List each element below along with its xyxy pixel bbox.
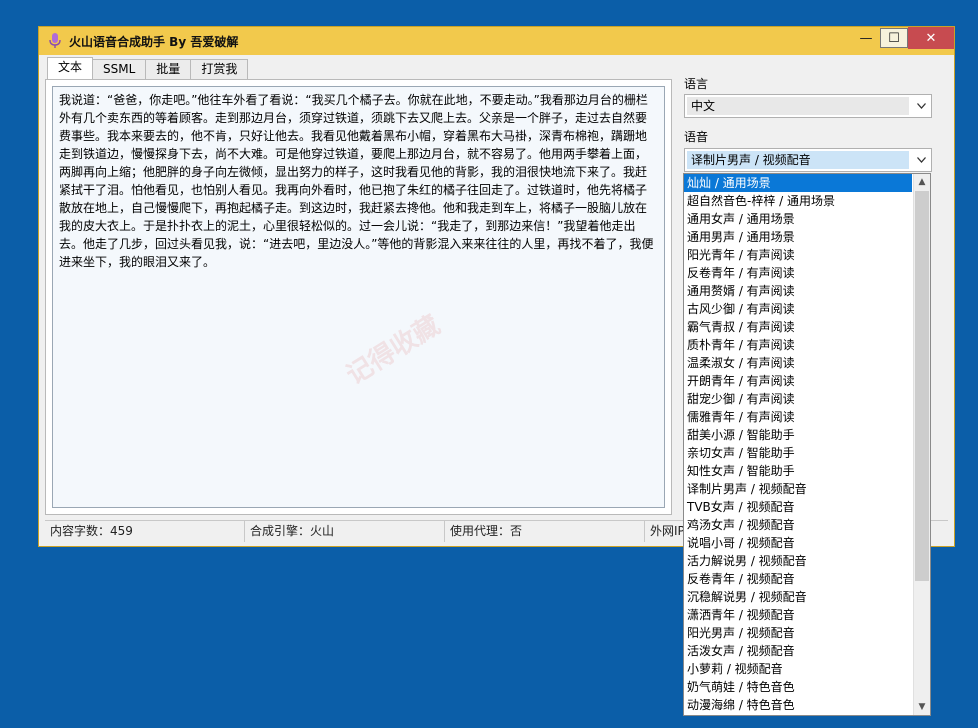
voice-dropdown-list[interactable]: 灿灿 / 通用场景 超自然音色-梓梓 / 通用场景 通用女声 / 通用场景 通用男声 … (683, 173, 931, 716)
chevron-down-icon (914, 152, 928, 168)
voice-options: 灿灿 / 通用场景 超自然音色-梓梓 / 通用场景 通用女声 / 通用场景 通用男声 … (684, 174, 930, 714)
title-bar[interactable]: 火山语音合成助手 By 吾爱破解 — ☐ ✕ (39, 27, 954, 55)
tab-donate[interactable]: 打赏我 (190, 59, 249, 79)
scrollbar-thumb[interactable] (915, 191, 929, 581)
language-select-value: 中文 (687, 97, 909, 115)
voice-option[interactable]: 沉稳解说男 / 视频配音 (684, 588, 912, 606)
window-title: 火山语音合成助手 By 吾爱破解 (69, 34, 239, 49)
voice-select[interactable]: 译制片男声 / 视频配音 (684, 148, 932, 172)
tab-ssml[interactable]: SSML (92, 59, 147, 79)
voice-option[interactable]: 小萝莉 / 视频配音 (684, 660, 912, 678)
tab-batch[interactable]: 批量 (145, 59, 192, 79)
voice-option[interactable]: 灿灿 / 通用场景 (684, 174, 912, 192)
text-tab-panel: 我说道：“爸爸，你走吧。”他往车外看了看说：“我买几个橘子去。你就在此地，不要走… (45, 79, 672, 515)
voice-option[interactable]: 反卷青年 / 视频配音 (684, 570, 912, 588)
voice-option[interactable]: 阳光青年 / 有声阅读 (684, 246, 912, 264)
voice-option[interactable]: 鸡汤女声 / 视频配音 (684, 516, 912, 534)
voice-option[interactable]: TVB女声 / 视频配音 (684, 498, 912, 516)
scroll-down-icon[interactable]: ▼ (914, 699, 930, 715)
voice-option[interactable]: 开朗青年 / 有声阅读 (684, 372, 912, 390)
voice-option[interactable]: 活泼女声 / 视频配音 (684, 642, 912, 660)
status-engine: 合成引擎：火山 (245, 521, 445, 542)
microphone-icon (47, 33, 63, 49)
voice-label: 语音 (684, 130, 709, 144)
voice-option[interactable]: 反卷青年 / 有声阅读 (684, 264, 912, 282)
voice-option[interactable]: 甜宠少御 / 有声阅读 (684, 390, 912, 408)
voice-option[interactable]: 通用男声 / 通用场景 (684, 228, 912, 246)
voice-option[interactable]: 阳光男声 / 视频配音 (684, 624, 912, 642)
voice-option[interactable]: 动漫海绵 / 特色音色 (684, 696, 912, 714)
voice-option[interactable]: 知性女声 / 智能助手 (684, 462, 912, 480)
voice-option[interactable]: 活力解说男 / 视频配音 (684, 552, 912, 570)
window-controls: — ☐ ✕ (852, 27, 954, 49)
voice-option[interactable]: 超自然音色-梓梓 / 通用场景 (684, 192, 912, 210)
scroll-up-icon[interactable]: ▲ (914, 174, 930, 190)
maximize-button[interactable]: ☐ (880, 28, 908, 48)
status-char-count: 内容字数：459 (45, 521, 245, 542)
status-proxy: 使用代理：否 (445, 521, 645, 542)
tab-strip: 文本 SSML 批量 打赏我 (47, 57, 249, 79)
voice-option[interactable]: 儒雅青年 / 有声阅读 (684, 408, 912, 426)
chevron-down-icon (914, 98, 928, 114)
voice-option[interactable]: 说唱小哥 / 视频配音 (684, 534, 912, 552)
voice-select-value: 译制片男声 / 视频配音 (687, 151, 909, 169)
text-input-area[interactable]: 我说道：“爸爸，你走吧。”他往车外看了看说：“我买几个橘子去。你就在此地，不要走… (52, 86, 665, 508)
voice-option[interactable]: 甜美小源 / 智能助手 (684, 426, 912, 444)
voice-option[interactable]: 奶气萌娃 / 特色音色 (684, 678, 912, 696)
voice-option[interactable]: 通用赘婿 / 有声阅读 (684, 282, 912, 300)
minimize-button[interactable]: — (852, 27, 880, 49)
voice-option[interactable]: 亲切女声 / 智能助手 (684, 444, 912, 462)
dropdown-scrollbar[interactable]: ▲ ▼ (913, 174, 930, 715)
language-select[interactable]: 中文 (684, 94, 932, 118)
tab-text[interactable]: 文本 (47, 57, 94, 79)
voice-option[interactable]: 温柔淑女 / 有声阅读 (684, 354, 912, 372)
voice-option[interactable]: 潇洒青年 / 视频配音 (684, 606, 912, 624)
voice-option[interactable]: 译制片男声 / 视频配音 (684, 480, 912, 498)
voice-option[interactable]: 古风少御 / 有声阅读 (684, 300, 912, 318)
language-label: 语言 (684, 77, 709, 91)
close-button[interactable]: ✕ (908, 27, 954, 49)
voice-option[interactable]: 质朴青年 / 有声阅读 (684, 336, 912, 354)
voice-option[interactable]: 霸气青叔 / 有声阅读 (684, 318, 912, 336)
voice-option[interactable]: 通用女声 / 通用场景 (684, 210, 912, 228)
